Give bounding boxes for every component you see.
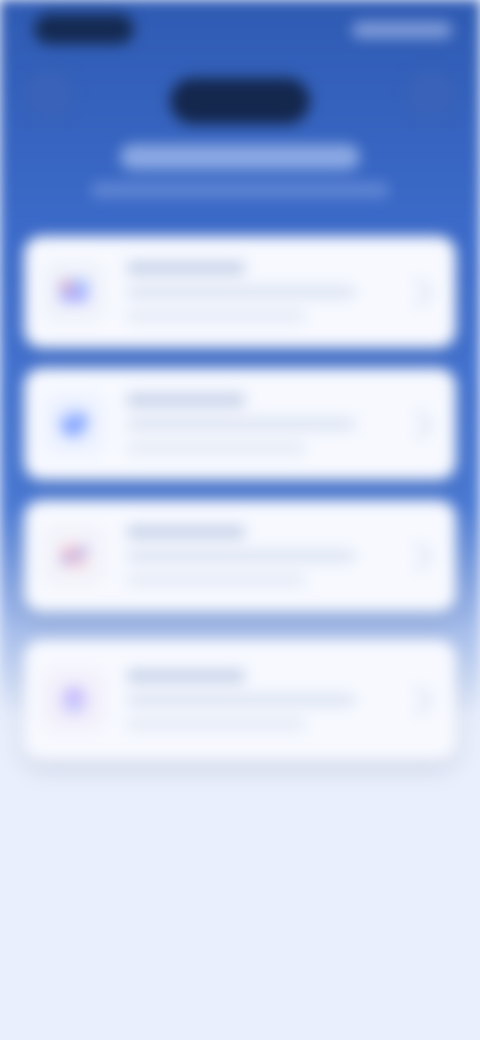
page-subtitle [90,182,390,198]
check-icon [58,408,90,440]
option-3-subtitle-2 [126,573,306,587]
option-1-icon [42,260,106,324]
app-layer [0,0,480,1040]
option-4-title [126,669,246,683]
back-button[interactable] [24,70,74,120]
option-4-subtitle-2 [126,717,306,731]
option-card-3[interactable] [24,500,456,612]
option-card-4[interactable] [24,640,456,760]
chevron-right-icon [402,541,433,571]
option-card-1[interactable] [24,236,456,348]
option-3-icon [42,524,106,588]
option-2-title [126,393,246,407]
chart-icon [60,544,88,568]
option-3-subtitle [126,549,356,563]
option-4-icon [42,668,106,732]
option-1-subtitle [126,285,356,299]
status-bar-right [352,22,452,38]
help-button[interactable] [406,70,456,120]
option-3-title [126,525,246,539]
page-title [120,144,360,170]
option-2-subtitle [126,417,356,431]
chevron-right-icon [402,409,433,439]
chevron-right-icon [402,685,433,715]
profile-icon [58,684,90,716]
option-1-title [126,261,246,275]
status-bar-left [34,14,134,44]
option-4-subtitle [126,693,356,707]
option-1-subtitle-2 [126,309,306,323]
option-card-2[interactable] [24,368,456,480]
chevron-right-icon [402,277,433,307]
grid-icon [58,278,90,304]
option-2-icon [42,392,106,456]
brand-pill [170,78,310,124]
option-2-subtitle-2 [126,441,306,455]
